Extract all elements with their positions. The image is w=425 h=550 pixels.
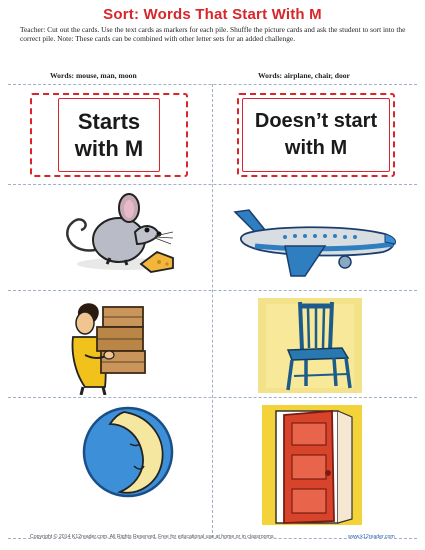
horizontal-cut-line <box>8 84 417 85</box>
website-link[interactable]: www.k12reader.com <box>348 534 395 540</box>
horizontal-cut-line <box>8 290 417 291</box>
moon-picture <box>82 406 174 498</box>
copyright-footer: Copyright © 2014 K12reader.com. All Righ… <box>30 534 275 540</box>
worksheet-title: Sort: Words That Start With M <box>103 6 322 23</box>
doesnt-start-with-m-label: Doesn’t start with M <box>242 98 390 172</box>
man-picture <box>71 303 146 395</box>
horizontal-cut-line <box>8 184 417 185</box>
chair-picture <box>258 298 362 393</box>
word-list-left: Words: mouse, man, moon <box>50 71 137 80</box>
mouse-picture <box>66 193 174 273</box>
airplane-picture <box>233 209 396 277</box>
word-list-right: Words: airplane, chair, door <box>258 71 350 80</box>
teacher-instructions: Teacher: Cut out the cards. Use the text… <box>20 25 406 44</box>
doesnt-start-with-m-card: Doesn’t start with M <box>237 93 395 177</box>
door-picture <box>262 405 362 525</box>
starts-with-m-card: Starts with M <box>30 93 188 177</box>
horizontal-cut-line <box>8 397 417 398</box>
vertical-cut-line <box>212 84 213 538</box>
starts-with-m-label: Starts with M <box>58 98 160 172</box>
